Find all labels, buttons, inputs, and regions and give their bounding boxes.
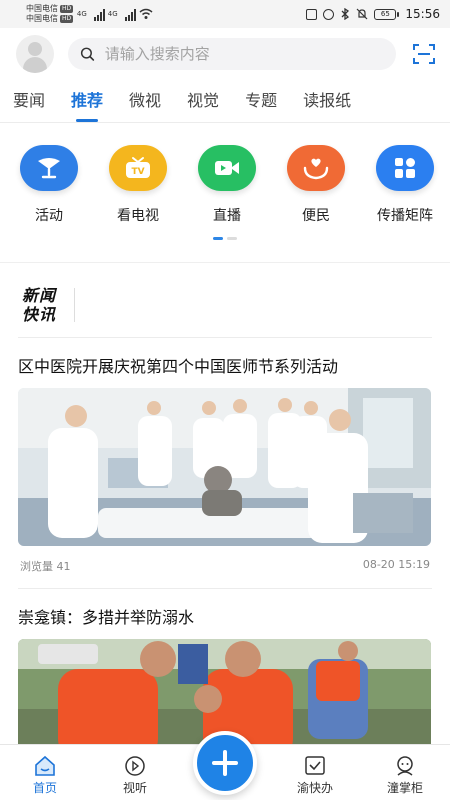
news-flash-separator (74, 288, 76, 322)
tab-yaowen[interactable]: 要闻 (13, 80, 45, 122)
shortcut-convenience[interactable]: 便民 (283, 145, 349, 225)
status-right: 65 15:56 (306, 7, 440, 21)
hd-badge: HD (60, 5, 74, 13)
mute-icon (356, 8, 368, 20)
article-meta: 浏览量 41 08-20 15:19 (18, 558, 432, 574)
shortcut-live[interactable]: 直播 (194, 145, 260, 225)
shortcut-grid: 活动 TV 看电视 直播 便民 传播矩阵 (0, 123, 450, 225)
article-views: 浏览量 41 (20, 560, 71, 573)
news-flash-logo: 新闻 快讯 (22, 286, 56, 324)
nav-label: 潼掌柜 (386, 781, 423, 795)
activity-icon (20, 145, 78, 191)
nfc-icon (306, 8, 318, 20)
news-flash-logo-line1: 新闻 (22, 286, 57, 305)
svg-text:TV: TV (131, 167, 144, 177)
scan-button[interactable] (410, 40, 438, 68)
nav-yukuaiban[interactable]: 渝快办 (280, 755, 350, 796)
search-header (0, 28, 450, 80)
shortcut-activity[interactable]: 活动 (16, 145, 82, 225)
user-avatar[interactable] (16, 35, 54, 73)
nav-media[interactable]: 视听 (100, 755, 170, 796)
article-title[interactable]: 崇龛镇：多措并举防溺水 (18, 607, 432, 629)
page-dot (227, 237, 237, 240)
status-bar: 中国电信 HD 中国电信 HD 4G 4G 65 15:56 (0, 0, 450, 28)
article-divider (18, 588, 432, 589)
carrier-info: 中国电信 HD 中国电信 HD (26, 4, 74, 24)
bluetooth-icon (341, 8, 350, 20)
shortcut-matrix[interactable]: 传播矩阵 (372, 145, 438, 225)
tv-icon: TV (109, 145, 167, 191)
nav-label: 视听 (122, 781, 147, 795)
search-icon (80, 47, 95, 61)
tab-tuijian[interactable]: 推荐 (71, 80, 103, 122)
shortcut-tv[interactable]: TV 看电视 (105, 145, 171, 225)
page-dot-active (213, 237, 223, 240)
nav-home[interactable]: 首页 (10, 755, 80, 796)
clock: 15:56 (405, 7, 440, 21)
article-image[interactable] (18, 388, 431, 546)
shortcut-label: 活动 (35, 208, 63, 224)
play-icon (125, 756, 145, 776)
article-title[interactable]: 区中医院开展庆祝第四个中国医师节系列活动 (18, 356, 432, 378)
section-divider (0, 262, 450, 263)
news-flash-logo-line2: 快讯 (22, 305, 57, 324)
article-date: 08-20 15:19 (362, 558, 430, 571)
heart-hand-icon (287, 145, 345, 191)
home-icon (35, 755, 55, 776)
carrier-1: 中国电信 (26, 4, 58, 13)
wifi-icon (139, 8, 153, 19)
article-card[interactable]: 区中医院开展庆祝第四个中国医师节系列活动 浏览量 41 08-20 15:19 (0, 356, 450, 574)
carrier-row-1: 中国电信 HD (26, 4, 74, 14)
net-type: 4G (76, 10, 87, 18)
bottom-navigation: 首页 视听 渝快办 潼掌柜 (0, 731, 450, 800)
check-box-icon (305, 756, 325, 775)
carrier-row-2: 中国电信 HD (26, 14, 74, 24)
hd-badge: HD (60, 15, 74, 23)
signal-group: 4G 4G (77, 7, 153, 21)
battery-level: 65 (374, 8, 397, 20)
signal-icon (93, 7, 105, 21)
signal-icon (124, 7, 136, 21)
plus-icon (212, 750, 238, 776)
grid-icon (376, 145, 434, 191)
shortcut-label: 传播矩阵 (377, 208, 433, 224)
add-button[interactable] (193, 731, 257, 795)
alarm-icon (323, 8, 335, 20)
assistant-icon (397, 756, 413, 776)
search-bar[interactable] (68, 38, 396, 70)
nav-tongzhanggui[interactable]: 潼掌柜 (370, 755, 440, 796)
search-input[interactable] (104, 45, 384, 63)
flash-divider (18, 337, 432, 338)
channel-tabs: 要闻 推荐 微视 视觉 专题 读报纸 (0, 80, 450, 122)
app-screen: 中国电信 HD 中国电信 HD 4G 4G 65 15:56 请输入搜索内容 要… (0, 0, 450, 800)
news-flash-banner[interactable]: 新闻 快讯 (0, 273, 450, 337)
tab-weishi[interactable]: 微视 (129, 80, 161, 122)
nav-label: 渝快办 (296, 781, 333, 795)
carrier-2: 中国电信 (26, 14, 58, 23)
video-camera-icon (198, 145, 256, 191)
net-type: 4G (107, 10, 118, 18)
shortcut-label: 直播 (213, 208, 241, 224)
tab-dubaozhi[interactable]: 读报纸 (303, 80, 351, 122)
nav-label: 首页 (32, 781, 57, 795)
shortcut-label: 看电视 (117, 208, 159, 224)
page-indicator (0, 237, 450, 240)
battery-icon: 65 (374, 8, 400, 20)
scan-icon (413, 44, 435, 64)
tab-shijue[interactable]: 视觉 (187, 80, 219, 122)
shortcut-label: 便民 (302, 208, 330, 224)
tab-zhuanti[interactable]: 专题 (245, 80, 277, 122)
